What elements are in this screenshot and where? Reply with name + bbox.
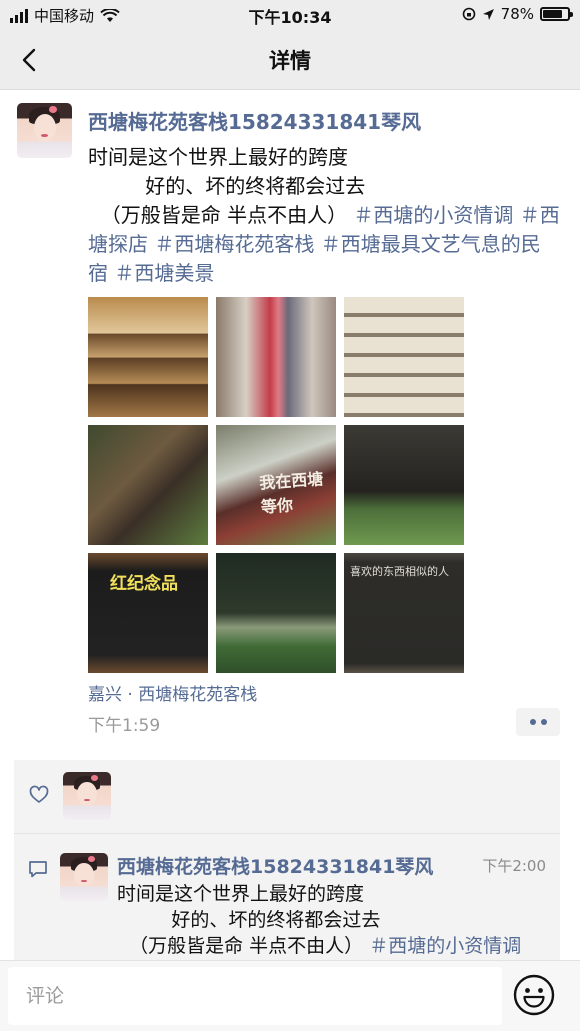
post-time: 下午1:59: [88, 716, 161, 736]
hashtag-link[interactable]: ＃西塘美景: [114, 261, 214, 285]
photo-sign-text: 我在西塘等你: [258, 469, 324, 517]
comment-input[interactable]: [8, 967, 502, 1025]
photo-postcard-racks[interactable]: [344, 297, 464, 417]
status-right: 78%: [462, 5, 573, 23]
post-location[interactable]: 嘉兴 · 西塘梅花苑客栈: [88, 680, 257, 705]
heart-icon: [29, 785, 49, 803]
photo-chalk-text: 喜欢的东西相似的人: [350, 565, 449, 578]
author-name[interactable]: 西塘梅花苑客栈15824331841琴风: [88, 106, 421, 135]
commenter-avatar[interactable]: [60, 853, 108, 901]
photo-flower-planters[interactable]: [216, 553, 336, 673]
comment-input-bar: [0, 960, 580, 1031]
likes-row: [14, 760, 560, 834]
photo-wooden-signs[interactable]: [88, 425, 208, 545]
post-text: 时间是这个世界上最好的跨度 好的、坏的终将都会过去 （万般皆是命 半点不由人） …: [88, 143, 560, 288]
liker-avatar[interactable]: [63, 772, 111, 820]
photo-shop-shelves[interactable]: [88, 297, 208, 417]
photo-grid: 我在西塘等你 红纪念品 喜欢的东西相似的人: [88, 297, 464, 673]
interaction-panel: 西塘梅花苑客栈15824331841琴风 下午2:00 时间是这个世界上最好的跨…: [14, 760, 560, 960]
comment-body: 时间是这个世界上最好的跨度 好的、坏的终将都会过去 （万般皆是命 半点不由人）: [117, 883, 381, 957]
comment-time: 下午2:00: [482, 857, 546, 875]
rotation-lock-icon: [462, 7, 475, 21]
battery-percent: 78%: [500, 5, 534, 23]
battery-icon: [540, 7, 573, 21]
commenter-name[interactable]: 西塘梅花苑客栈15824331841琴风: [117, 852, 433, 879]
photo-chalk-plaques[interactable]: [344, 425, 464, 545]
photo-board-text: 红纪念品: [110, 574, 178, 594]
status-bar: 中国移动 下午10:34 78%: [0, 0, 580, 30]
page-title: 详情: [269, 49, 311, 73]
photo-clothing-store[interactable]: [216, 297, 336, 417]
location-arrow-icon: [482, 8, 494, 20]
comment-bubble-icon: [29, 861, 47, 878]
author-avatar[interactable]: [17, 103, 72, 158]
photo-chalkboard-souvenirs[interactable]: 红纪念品: [88, 553, 208, 673]
photo-chalkboard-quote[interactable]: 喜欢的东西相似的人: [344, 553, 464, 673]
hashtag-link[interactable]: ＃西塘梅花苑客栈: [154, 232, 314, 256]
photo-bicycle-sign[interactable]: 我在西塘等你: [216, 425, 336, 545]
nav-bar: 详情: [0, 30, 580, 90]
more-dots-icon[interactable]: [516, 708, 560, 736]
post-body: 时间是这个世界上最好的跨度 好的、坏的终将都会过去 （万般皆是命 半点不由人）: [88, 145, 366, 227]
hashtag-link[interactable]: ＃西塘的小资情调: [353, 203, 513, 227]
hashtag-link[interactable]: ＃西塘的小资情调: [369, 935, 521, 957]
smiley-face-icon[interactable]: [512, 973, 556, 1017]
comment-text: 时间是这个世界上最好的跨度 好的、坏的终将都会过去 （万般皆是命 半点不由人） …: [117, 881, 555, 959]
battery-fill: [543, 10, 562, 18]
